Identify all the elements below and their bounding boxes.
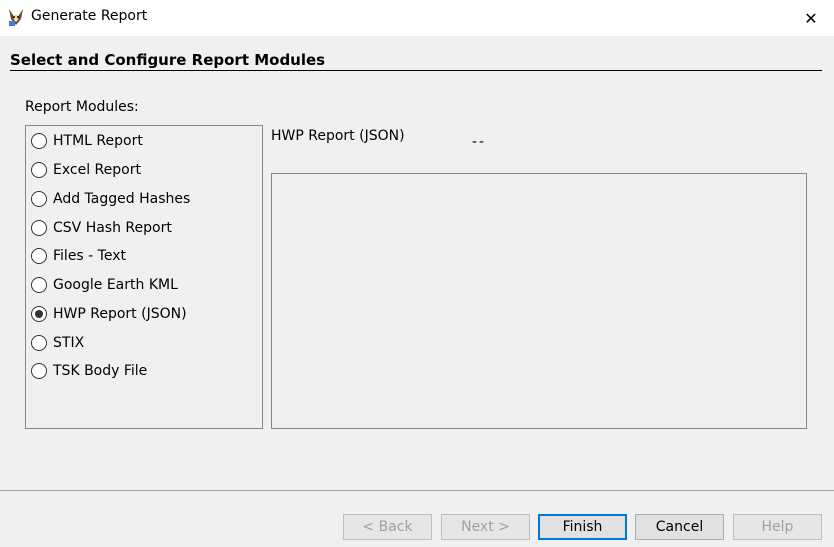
finish-button[interactable]: Finish — [538, 514, 627, 540]
back-button[interactable]: < Back — [343, 514, 432, 540]
module-label: HTML Report — [53, 133, 143, 149]
module-label: Add Tagged Hashes — [53, 191, 191, 207]
module-radio-google-earth-kml[interactable]: Google Earth KML — [31, 273, 178, 297]
module-radio-files-text[interactable]: Files - Text — [31, 244, 126, 268]
cancel-button[interactable]: Cancel — [635, 514, 724, 540]
radio-button-icon — [31, 248, 47, 264]
section-header: Select and Configure Report Modules — [10, 51, 326, 69]
module-radio-excel-report[interactable]: Excel Report — [31, 158, 141, 182]
module-radio-add-tagged-hashes[interactable]: Add Tagged Hashes — [31, 187, 190, 211]
module-radio-stix[interactable]: STIX — [31, 331, 84, 355]
selected-module-description: -- — [472, 134, 487, 150]
module-label: CSV Hash Report — [53, 220, 172, 236]
selected-module-name: HWP Report (JSON) — [271, 128, 405, 144]
radio-button-selected-icon — [31, 306, 47, 322]
module-label: STIX — [53, 335, 85, 351]
module-configuration-panel — [271, 173, 807, 429]
autopsy-dog-icon — [9, 9, 23, 26]
radio-button-icon — [31, 363, 47, 379]
module-label: Google Earth KML — [53, 277, 178, 293]
module-radio-tsk-body-file[interactable]: TSK Body File — [31, 359, 147, 383]
title-bar: Generate Report ✕ — [0, 0, 834, 36]
radio-button-icon — [31, 133, 47, 149]
report-modules-label: Report Modules: — [25, 99, 139, 115]
radio-button-icon — [31, 220, 47, 236]
report-modules-list: HTML Report Excel Report Add Tagged Hash… — [25, 125, 263, 429]
module-label: Files - Text — [53, 248, 126, 264]
radio-button-icon — [31, 335, 47, 351]
module-label: TSK Body File — [53, 363, 148, 379]
next-button[interactable]: Next > — [441, 514, 530, 540]
module-label: HWP Report (JSON) — [53, 306, 187, 322]
radio-button-icon — [31, 191, 47, 207]
module-radio-html-report[interactable]: HTML Report — [31, 129, 143, 153]
footer-divider — [0, 490, 834, 491]
window-title: Generate Report — [31, 8, 148, 24]
radio-button-icon — [31, 162, 47, 178]
close-icon: ✕ — [804, 8, 818, 28]
module-radio-hwp-report-json[interactable]: HWP Report (JSON) — [31, 302, 187, 326]
header-divider — [10, 70, 822, 71]
help-button[interactable]: Help — [733, 514, 822, 540]
module-radio-csv-hash-report[interactable]: CSV Hash Report — [31, 216, 172, 240]
module-label: Excel Report — [53, 162, 141, 178]
radio-button-icon — [31, 277, 47, 293]
window-close-button[interactable]: ✕ — [788, 0, 834, 36]
